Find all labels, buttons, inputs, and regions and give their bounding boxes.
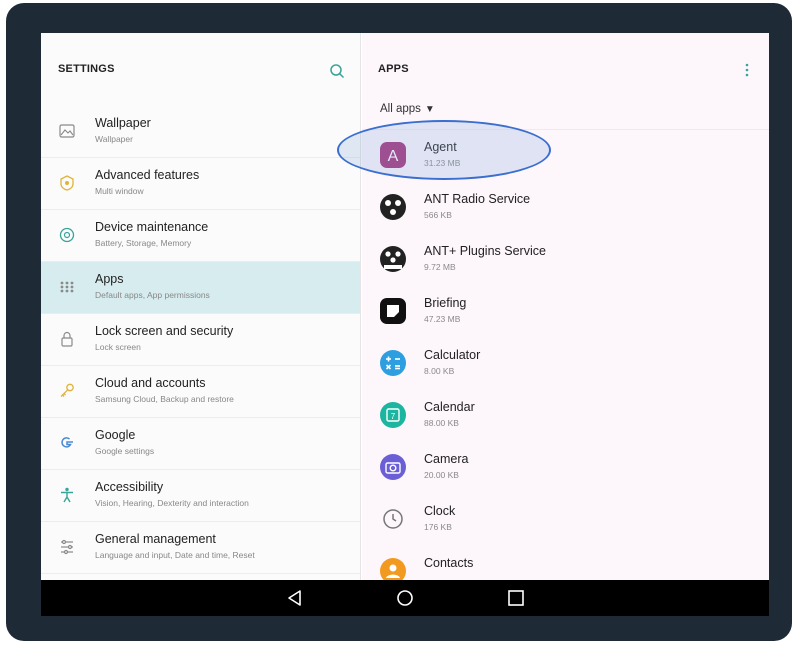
- accessibility-icon: [61, 487, 73, 503]
- menu-item-sub: Battery, Storage, Memory: [95, 238, 192, 248]
- apps-filter-dropdown[interactable]: All apps ▼: [380, 103, 435, 115]
- menu-item-label: General management: [95, 532, 216, 546]
- app-size: 47.23 MB: [424, 314, 461, 324]
- menu-item-label: Lock screen and security: [95, 324, 234, 338]
- menu-item-sub: Samsung Cloud, Backup and restore: [95, 394, 234, 404]
- general-management-icon: [61, 539, 73, 555]
- apps-filter-label: All apps: [380, 103, 421, 115]
- app-name: Briefing: [424, 296, 467, 310]
- ant-plugins-icon: [380, 246, 406, 272]
- settings-header: SETTINGS: [41, 33, 360, 106]
- camera-icon: [380, 454, 406, 480]
- app-size: 176 KB: [424, 522, 452, 532]
- app-size: 88.00 KB: [424, 418, 459, 428]
- calendar-icon: 7: [380, 402, 406, 428]
- menu-item-label: Device maintenance: [95, 220, 209, 234]
- clock-icon: [383, 509, 403, 529]
- menu-item-wallpaper[interactable]: Wallpaper Wallpaper: [41, 106, 360, 158]
- more-options-icon[interactable]: [744, 61, 750, 79]
- app-name: Clock: [424, 504, 456, 518]
- apps-pane: APPS All apps ▼ A Agent 31.23 MB ANT Rad…: [362, 33, 769, 584]
- menu-item-sub: Wallpaper: [95, 134, 133, 144]
- highlight-annotation: [337, 120, 551, 180]
- calculator-icon: [380, 350, 406, 376]
- ant-radio-icon: [380, 194, 406, 220]
- app-size: 566 KB: [424, 210, 452, 220]
- menu-item-label: Accessibility: [95, 480, 164, 494]
- google-icon: [61, 437, 73, 448]
- app-item-camera[interactable]: Camera 20.00 KB: [362, 442, 769, 494]
- menu-item-accessibility[interactable]: Accessibility Vision, Hearing, Dexterity…: [41, 470, 360, 522]
- menu-item-label: Google: [95, 428, 136, 442]
- search-icon[interactable]: [329, 63, 345, 79]
- app-name: ANT+ Plugins Service: [424, 244, 546, 258]
- app-size: 9.72 MB: [424, 262, 456, 272]
- menu-item-advanced-features[interactable]: Advanced features Multi window: [41, 158, 360, 210]
- navigation-bar: [41, 580, 769, 616]
- app-item-clock[interactable]: Clock 176 KB: [362, 494, 769, 546]
- app-name: Calendar: [424, 400, 475, 414]
- apps-title: APPS: [378, 63, 409, 75]
- menu-item-google[interactable]: Google Google settings: [41, 418, 360, 470]
- app-item-calculator[interactable]: Calculator 8.00 KB: [362, 338, 769, 390]
- menu-item-general-management[interactable]: General management Language and input, D…: [41, 522, 360, 574]
- settings-title: SETTINGS: [58, 63, 115, 75]
- app-name: Calculator: [424, 348, 481, 362]
- app-size: 8.00 KB: [424, 366, 455, 376]
- apps-icon: [60, 281, 74, 293]
- app-item-briefing[interactable]: Briefing 47.23 MB: [362, 286, 769, 338]
- app-item-ant-radio[interactable]: ANT Radio Service 566 KB: [362, 182, 769, 234]
- menu-item-label: Advanced features: [95, 168, 200, 182]
- menu-item-sub: Default apps, App permissions: [95, 290, 210, 300]
- settings-pane: SETTINGS Wallpaper Wallpaper Advanced fe…: [41, 33, 361, 580]
- app-item-ant-plugins[interactable]: ANT+ Plugins Service 9.72 MB: [362, 234, 769, 286]
- app-name: Contacts: [424, 556, 474, 570]
- briefing-icon: [380, 298, 406, 324]
- key-icon: [60, 383, 74, 397]
- menu-item-label: Apps: [95, 272, 124, 286]
- app-name: ANT Radio Service: [424, 192, 531, 206]
- app-item-calendar[interactable]: 7 Calendar 88.00 KB: [362, 390, 769, 442]
- menu-item-cloud-accounts[interactable]: Cloud and accounts Samsung Cloud, Backup…: [41, 366, 360, 418]
- home-icon[interactable]: [395, 588, 415, 608]
- app-name: Camera: [424, 452, 469, 466]
- tablet-frame: SETTINGS Wallpaper Wallpaper Advanced fe…: [6, 3, 792, 641]
- app-size: 20.00 KB: [424, 470, 459, 480]
- menu-item-lock-screen[interactable]: Lock screen and security Lock screen: [41, 314, 360, 366]
- lock-icon: [61, 331, 73, 347]
- advanced-features-icon: [60, 175, 74, 191]
- menu-item-apps[interactable]: Apps Default apps, App permissions: [41, 262, 360, 314]
- menu-item-device-maintenance[interactable]: Device maintenance Battery, Storage, Mem…: [41, 210, 360, 262]
- back-icon[interactable]: [285, 588, 305, 608]
- screen: SETTINGS Wallpaper Wallpaper Advanced fe…: [41, 33, 769, 616]
- menu-item-sub: Google settings: [95, 446, 155, 456]
- device-maintenance-icon: [59, 227, 75, 243]
- recent-apps-icon[interactable]: [506, 588, 526, 608]
- menu-item-sub: Language and input, Date and time, Reset: [95, 550, 255, 560]
- svg-text:7: 7: [391, 412, 396, 421]
- menu-item-sub: Vision, Hearing, Dexterity and interacti…: [95, 498, 249, 508]
- menu-item-label: Cloud and accounts: [95, 376, 206, 390]
- menu-item-label: Wallpaper: [95, 116, 151, 130]
- app-list: A Agent 31.23 MB ANT Radio Service 566 K…: [362, 130, 769, 598]
- caret-down-icon: ▼: [424, 104, 435, 115]
- menu-item-sub: Lock screen: [95, 342, 141, 352]
- menu-item-sub: Multi window: [95, 186, 144, 196]
- wallpaper-icon: [59, 124, 75, 138]
